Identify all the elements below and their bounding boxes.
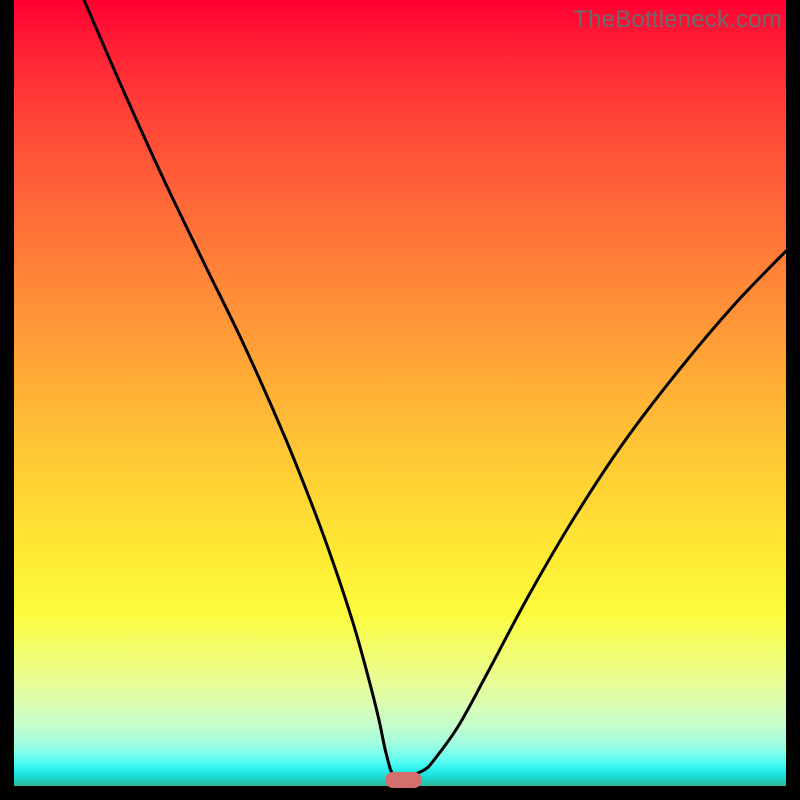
plot-area: [14, 0, 786, 786]
watermark-text: TheBottleneck.com: [573, 6, 782, 34]
chart-container: TheBottleneck.com: [0, 0, 800, 800]
minimum-marker: [385, 772, 422, 788]
bottleneck-curve: [14, 0, 786, 786]
